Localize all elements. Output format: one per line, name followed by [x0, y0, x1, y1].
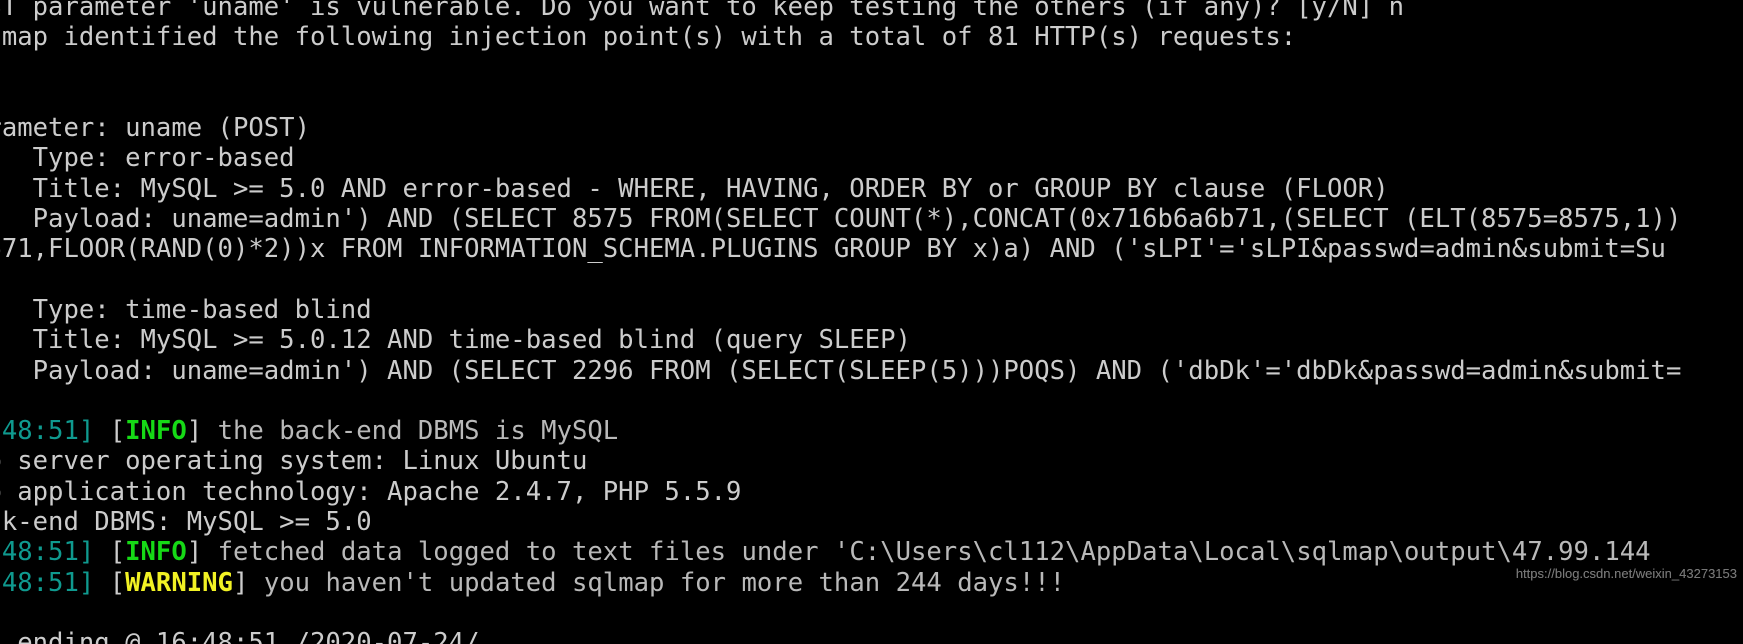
line-payload-time-based: Payload: uname=admin') AND (SELECT 2296 …: [0, 355, 1682, 386]
terminal-window[interactable]: OST parameter 'uname' is vulnerable. Do …: [0, 0, 1743, 644]
line-back-end-dbms: ack-end DBMS: MySQL >= 5.0: [0, 507, 372, 538]
line-type-error-based: Type: error-based: [0, 143, 295, 174]
line-identified-injection-points: qlmap identified the following injection…: [0, 22, 1297, 53]
line-blank-2: [0, 265, 1743, 295]
line-type-time-based: Type: time-based blind: [0, 294, 372, 325]
terminal-output-console[interactable]: OST parameter 'uname' is vulnerable. Do …: [0, 0, 1743, 644]
line-warning-not-updated: 6:48:51] [WARNING] you haven't updated s…: [0, 567, 1066, 598]
line-web-server-os: eb server operating system: Linux Ubuntu: [0, 446, 588, 477]
line-rule-bottom: --: [0, 386, 1743, 416]
line-parameter: arameter: uname (POST): [0, 113, 310, 144]
line-title-time-based: Title: MySQL >= 5.0.12 AND time-based bl…: [0, 325, 911, 356]
line-web-app-technology: eb application technology: Apache 2.4.7,…: [0, 476, 742, 507]
line-payload-error-based-a: Payload: uname=admin') AND (SELECT 8575 …: [0, 204, 1682, 235]
line-info-backend-dbms: 6:48:51] [INFO] the back-end DBMS is MyS…: [0, 416, 619, 447]
line-payload-error-based-b: 7671,FLOOR(RAND(0)*2))x FROM INFORMATION…: [0, 234, 1666, 265]
line-blank-3: [0, 598, 1743, 628]
line-title-error-based: Title: MySQL >= 5.0 AND error-based - WH…: [0, 173, 1389, 204]
line-prompt-keep-testing: OST parameter 'uname' is vulnerable. Do …: [0, 0, 1405, 22]
line-blank-1: [0, 83, 1743, 113]
line-rule-top: --: [0, 53, 1743, 83]
line-ending-at: *] ending @ 16:48:51 /2020-07-24/: [0, 628, 480, 644]
line-info-fetched-data: 6:48:51] [INFO] fetched data logged to t…: [0, 537, 1651, 568]
